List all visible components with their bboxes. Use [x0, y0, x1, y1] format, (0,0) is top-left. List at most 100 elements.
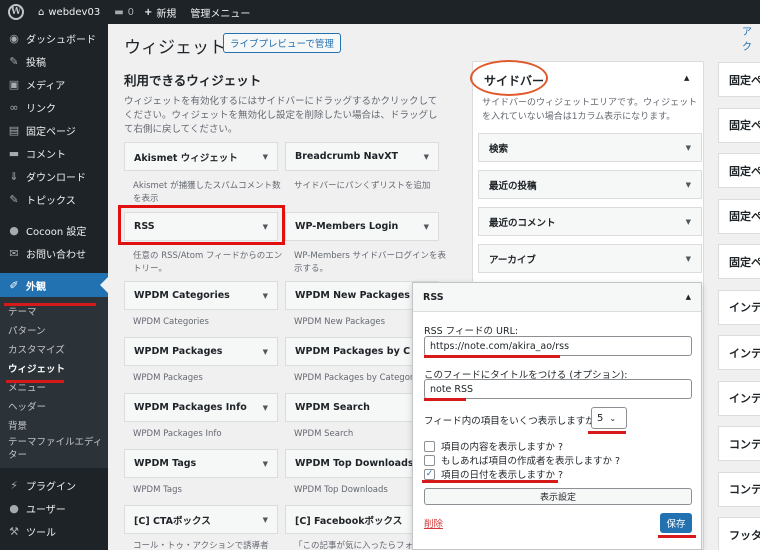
admin-menu-link[interactable]: 管理メニュー [190, 5, 250, 20]
sidebar-widget[interactable]: 最近の投稿 ▼ [478, 170, 702, 199]
media-icon: ▣ [8, 78, 20, 91]
page-icon: ▤ [8, 124, 20, 137]
submenu-item[interactable]: パターン [0, 320, 108, 339]
show-content-option[interactable]: 項目の内容を表示しますか ? [424, 439, 563, 453]
submenu-item[interactable]: ウィジェット [0, 358, 108, 377]
available-widget[interactable]: WPDM Tags ▼ [124, 449, 278, 478]
right-column-area[interactable]: 固定ペ [718, 62, 760, 97]
user-icon: ● [9, 502, 19, 515]
right-column-area[interactable]: 固定ペ [718, 153, 760, 188]
save-button[interactable]: 保存 [660, 513, 692, 533]
sidebar-widget[interactable]: アーカイブ ▼ [478, 244, 702, 273]
chevron-down-icon[interactable]: ▼ [686, 181, 691, 189]
display-settings-button[interactable]: 表示設定 [424, 488, 692, 505]
right-column-area[interactable]: 固定ペ [718, 198, 760, 234]
menu-item[interactable]: ● ユーザー [0, 497, 108, 520]
show-date-checkbox[interactable]: ✓ [424, 468, 435, 480]
sidebar-title-highlight [470, 60, 548, 96]
right-column-area[interactable]: インテ [718, 335, 760, 370]
chevron-down-icon[interactable]: ▼ [263, 404, 268, 412]
show-date-option[interactable]: ✓ 項目の日付を表示しますか ? [424, 467, 563, 481]
rss-widget-header[interactable]: RSS ▲ [413, 283, 701, 312]
menu-item-label: ユーザー [26, 505, 66, 516]
menu-item-appearance[interactable]: ✐ 外観 [0, 273, 108, 297]
dashboard-icon: ◉ [9, 32, 19, 45]
download-icon: ⇓ [9, 170, 19, 183]
item-count-select[interactable]: 5 ⌄ [591, 407, 627, 429]
available-widget[interactable]: Akismet ウィジェット ▼ [124, 142, 278, 171]
feed-title-input[interactable]: note RSS [424, 379, 692, 399]
right-column-area[interactable]: インテ [718, 289, 760, 325]
wp-logo-button[interactable]: W [8, 4, 24, 20]
menu-item[interactable]: ✎ 投稿 [0, 50, 108, 73]
collapse-arrow-icon[interactable]: ▲ [686, 293, 691, 301]
submenu-item[interactable]: ヘッダー [0, 396, 108, 415]
right-column-area[interactable]: インテ [718, 380, 760, 416]
right-column-area[interactable]: 固定ペ [718, 107, 760, 143]
menu-item[interactable]: ▣ メディア [0, 73, 108, 96]
submenu-item[interactable]: テーマファイルエディター [0, 434, 108, 464]
submenu-item[interactable]: カスタマイズ [0, 339, 108, 358]
submenu-item[interactable]: 背景 [0, 415, 108, 434]
widget-name: 最近のコメント [489, 217, 556, 229]
new-content-link[interactable]: + 新規 [144, 5, 176, 20]
menu-item-label: ダウンロード [26, 173, 86, 184]
available-widget[interactable]: WPDM Packages Info ▼ [124, 393, 278, 422]
right-column-area[interactable]: コンテ [718, 471, 760, 507]
menu-item[interactable]: ◉ ダッシュボード [0, 27, 108, 50]
menu-item-label: 投稿 [26, 58, 46, 69]
sidebar-widget[interactable]: 検索 ▼ [478, 133, 702, 162]
comments-link[interactable]: ▬ 0 [114, 7, 134, 18]
feed-url-input[interactable]: https://note.com/akira_ao/rss [424, 336, 692, 356]
available-widget[interactable]: WP-Members Login ▼ [285, 212, 439, 241]
widgets-underline [6, 380, 64, 383]
widget-description: WP-Members サイドバーログインを表示する。 [294, 251, 447, 274]
menu-item[interactable]: ● Cocoon 設定 [0, 219, 108, 242]
available-widget[interactable]: WPDM Categories ▼ [124, 281, 278, 310]
chevron-down-icon[interactable]: ▼ [686, 218, 691, 226]
admin-menu: ◉ ダッシュボード ✎ 投稿 ▣ メディア ∞ リンク ▤ 固定ページ ▬ コメント ⇓ ダウンロード ✎ ト… [0, 24, 108, 550]
right-column-area[interactable]: フッタ [718, 517, 760, 550]
menu-item[interactable]: ▬ コメント [0, 142, 108, 165]
pin-icon: ✎ [9, 55, 19, 68]
chevron-down-icon[interactable]: ▼ [686, 144, 691, 152]
collapse-arrow-icon[interactable]: ▲ [684, 74, 689, 82]
live-preview-button[interactable]: ライブプレビューで管理 [223, 33, 341, 53]
chevron-down-icon[interactable]: ▼ [424, 153, 429, 161]
chevron-down-icon[interactable]: ▼ [263, 516, 268, 524]
top-right-link[interactable]: アク [742, 23, 760, 53]
widget-name: [C] CTAボックス [134, 515, 211, 527]
rss-widget-form: RSS ▲ RSS フィードの URL: https://note.com/ak… [412, 282, 702, 550]
chevron-down-icon[interactable]: ▼ [263, 348, 268, 356]
chevron-down-icon[interactable]: ▼ [263, 292, 268, 300]
feed-url-label: RSS フィードの URL: [424, 326, 519, 337]
menu-item-label: ダッシュボード [26, 35, 96, 46]
show-author-checkbox[interactable] [424, 454, 435, 466]
delete-link[interactable]: 削除 [424, 516, 443, 530]
menu-item[interactable]: ∞ リンク [0, 96, 108, 119]
right-column-area[interactable]: 固定ペ [718, 244, 760, 279]
wordpress-icon: W [8, 4, 24, 20]
widget-name: Akismet ウィジェット [134, 152, 238, 164]
chevron-down-icon[interactable]: ▼ [686, 255, 691, 263]
sidebar-widget[interactable]: 最近のコメント ▼ [478, 207, 702, 236]
chevron-down-icon[interactable]: ▼ [263, 460, 268, 468]
available-widget[interactable]: Breadcrumb NavXT ▼ [285, 142, 439, 171]
available-widget[interactable]: [C] CTAボックス ▼ [124, 505, 278, 534]
menu-item[interactable]: ✎ トピックス [0, 188, 108, 211]
right-column-area[interactable]: コンテ [718, 426, 760, 461]
menu-item[interactable]: ⚒ ツール [0, 520, 108, 543]
menu-item[interactable]: ▤ 固定ページ [0, 119, 108, 142]
menu-item[interactable]: ⇓ ダウンロード [0, 165, 108, 188]
chevron-down-icon[interactable]: ▼ [263, 153, 268, 161]
available-widget[interactable]: WPDM Packages ▼ [124, 337, 278, 366]
show-author-option[interactable]: もしあれば項目の作成者を表示しますか ? [424, 453, 620, 467]
widget-name: WPDM Categories [134, 290, 230, 301]
show-content-checkbox[interactable] [424, 440, 435, 452]
widget-description: 任意の RSS/Atom フィードからのエントリー。 [133, 251, 283, 274]
chevron-down-icon[interactable]: ▼ [424, 223, 429, 231]
menu-item[interactable]: ✉ お問い合わせ [0, 242, 108, 265]
menu-item-label: ツール [26, 528, 56, 539]
menu-item[interactable]: ⚡ プラグイン [0, 474, 108, 497]
site-name-link[interactable]: ⌂ webdev03 [38, 7, 100, 18]
